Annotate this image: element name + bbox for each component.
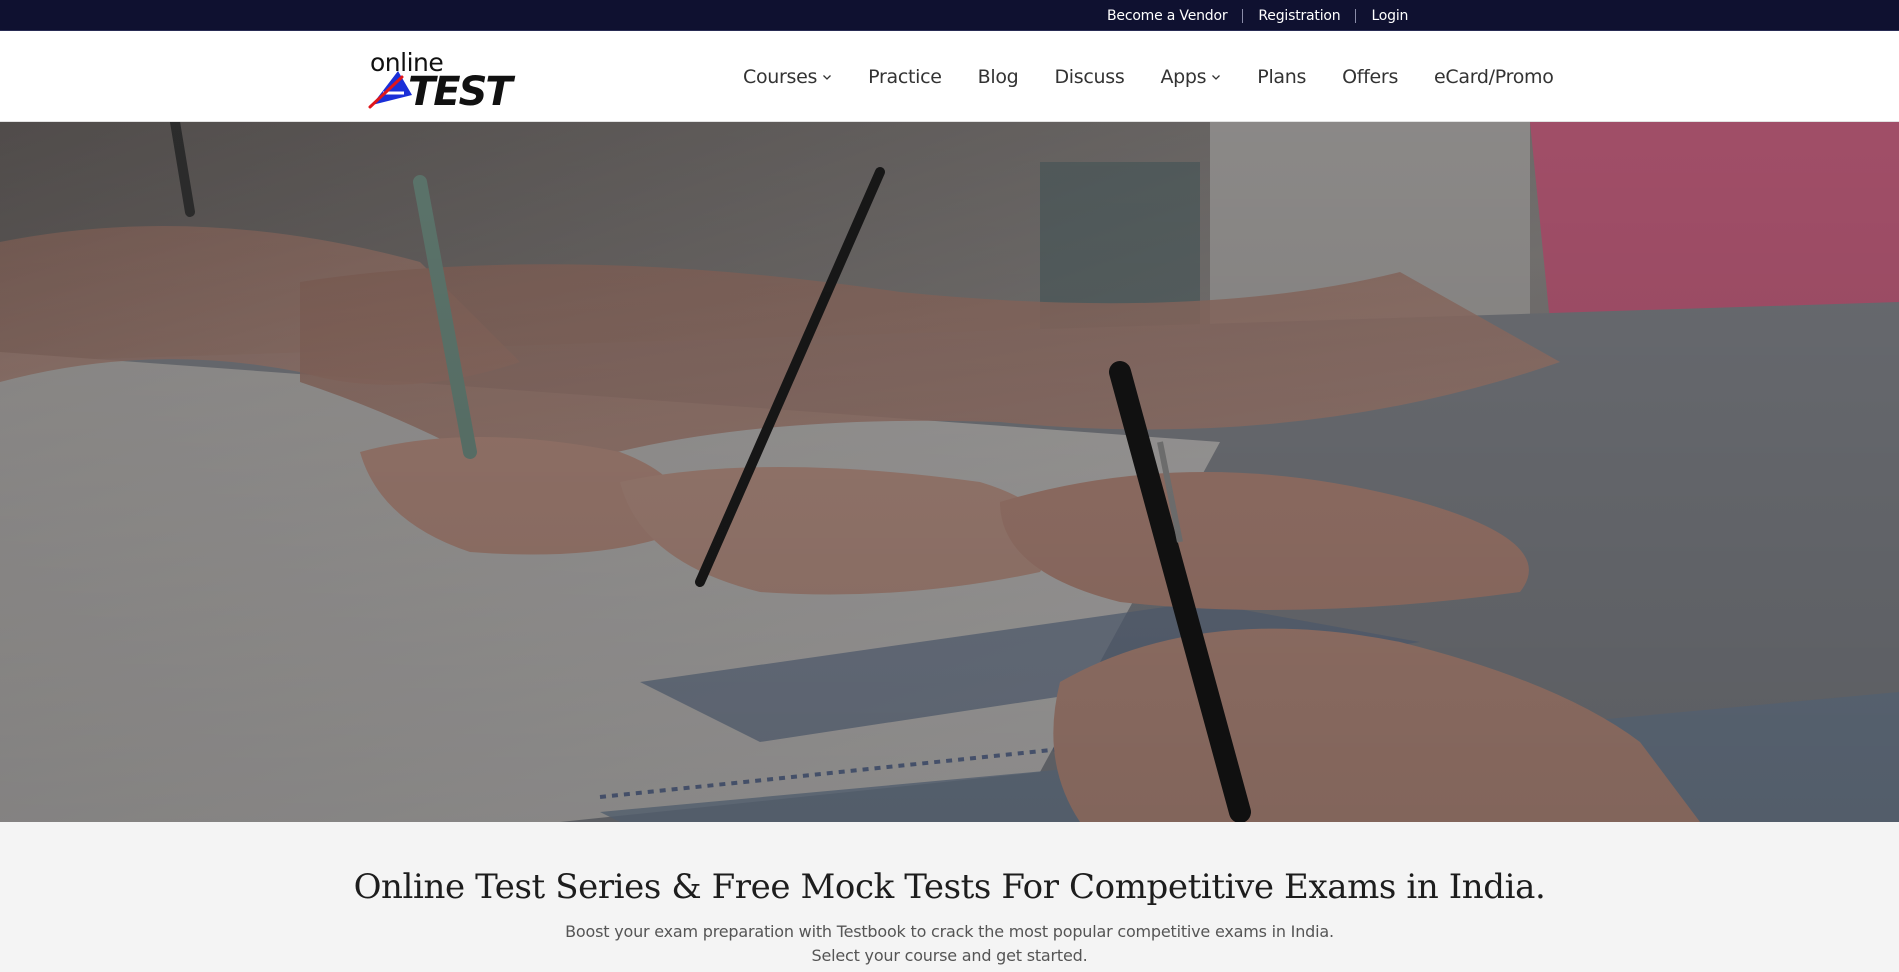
- logo-graphic: online TEST: [368, 48, 517, 115]
- chevron-down-icon: [823, 74, 832, 80]
- logo-test-text: TEST: [408, 69, 515, 109]
- become-vendor-link[interactable]: Become a Vendor: [1092, 9, 1242, 23]
- site-header: online TEST Courses Practice Blog Discus…: [0, 31, 1899, 122]
- login-link[interactable]: Login: [1355, 8, 1423, 23]
- top-utility-bar: Become a Vendor Registration Login: [0, 0, 1899, 31]
- nav-item-apps[interactable]: Apps: [1142, 66, 1239, 88]
- nav-item-blog[interactable]: Blog: [960, 66, 1037, 88]
- nav-item-label: Apps: [1160, 65, 1207, 88]
- intro-section: Online Test Series & Free Mock Tests For…: [0, 822, 1899, 972]
- chevron-down-icon: [1212, 74, 1221, 80]
- top-utility-links: Become a Vendor Registration Login: [1092, 0, 1423, 31]
- nav-item-offers[interactable]: Offers: [1324, 66, 1416, 88]
- hero-banner-image: [0, 122, 1899, 822]
- site-logo[interactable]: online TEST: [368, 47, 533, 115]
- nav-item-practice[interactable]: Practice: [850, 66, 960, 88]
- page-title: Online Test Series & Free Mock Tests For…: [353, 867, 1546, 907]
- nav-item-label: Discuss: [1054, 65, 1125, 88]
- nav-item-discuss[interactable]: Discuss: [1036, 66, 1142, 88]
- main-nav: Courses Practice Blog Discuss Apps Plans…: [725, 31, 1572, 122]
- nav-item-ecard-promo[interactable]: eCard/Promo: [1416, 66, 1572, 88]
- intro-description-line-2: Select your course and get started.: [811, 946, 1088, 965]
- intro-description-line-1: Boost your exam preparation with Testboo…: [565, 922, 1334, 941]
- hero-illustration: [0, 122, 1899, 822]
- nav-item-plans[interactable]: Plans: [1239, 66, 1324, 88]
- nav-item-label: Plans: [1257, 65, 1307, 88]
- nav-item-label: Blog: [977, 65, 1019, 88]
- nav-item-courses[interactable]: Courses: [725, 66, 850, 88]
- nav-item-label: Practice: [868, 65, 942, 88]
- nav-item-label: Courses: [743, 65, 818, 88]
- nav-item-label: Offers: [1342, 65, 1399, 88]
- registration-link[interactable]: Registration: [1242, 8, 1355, 23]
- nav-item-label: eCard/Promo: [1434, 65, 1554, 88]
